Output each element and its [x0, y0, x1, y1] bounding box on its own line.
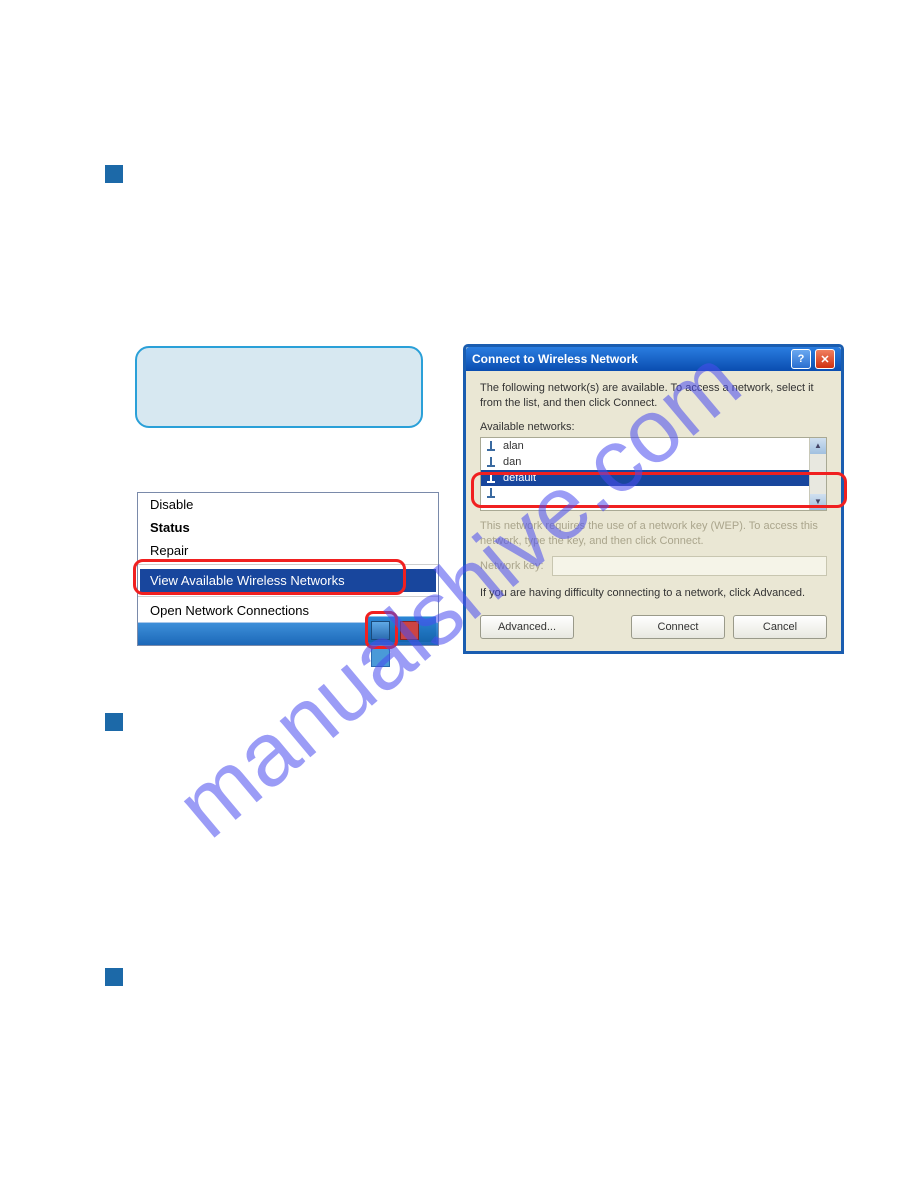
- wireless-tray-icon[interactable]: [371, 648, 390, 667]
- wep-key-note: This network requires the use of a netwo…: [480, 519, 827, 549]
- network-list-item[interactable]: alan: [481, 438, 826, 454]
- menu-divider: [138, 564, 438, 565]
- close-button[interactable]: ✕: [815, 349, 835, 369]
- network-key-input[interactable]: [552, 556, 827, 576]
- dialog-description: The following network(s) are available. …: [480, 381, 827, 411]
- blue-square-bullet: [105, 713, 123, 731]
- advanced-note: If you are having difficulty connecting …: [480, 586, 827, 601]
- menu-item-disable[interactable]: Disable: [138, 493, 438, 516]
- network-list-item[interactable]: dan: [481, 454, 826, 470]
- available-networks-list[interactable]: alan dan default ▲ ▼: [480, 437, 827, 511]
- connect-wireless-dialog: Connect to Wireless Network ? ✕ The foll…: [463, 344, 844, 654]
- network-name: dan: [503, 456, 521, 468]
- network-icon: [487, 473, 497, 483]
- network-icon: [487, 488, 497, 498]
- dialog-title: Connect to Wireless Network: [472, 352, 638, 366]
- network-icon: [487, 441, 497, 451]
- menu-divider: [138, 596, 438, 597]
- scroll-down-arrow[interactable]: ▼: [810, 494, 826, 510]
- available-networks-label: Available networks:: [480, 421, 827, 433]
- menu-item-view-available-wireless-networks[interactable]: View Available Wireless Networks: [140, 569, 436, 592]
- menu-item-repair[interactable]: Repair: [138, 539, 438, 562]
- network-name: default: [503, 472, 536, 484]
- blue-square-bullet: [105, 968, 123, 986]
- network-list-item[interactable]: [481, 486, 826, 500]
- network-icon: [487, 457, 497, 467]
- network-key-label: Network key:: [480, 560, 544, 572]
- menu-item-status[interactable]: Status: [138, 516, 438, 539]
- connect-button[interactable]: Connect: [631, 615, 725, 639]
- listbox-scrollbar[interactable]: ▲ ▼: [809, 438, 826, 510]
- scroll-up-arrow[interactable]: ▲: [810, 438, 826, 454]
- network-name: alan: [503, 440, 524, 452]
- network-list-item-selected[interactable]: default: [481, 470, 826, 486]
- adapter-tray-icon[interactable]: [400, 621, 419, 640]
- blue-square-bullet: [105, 165, 123, 183]
- cancel-button[interactable]: Cancel: [733, 615, 827, 639]
- advanced-button[interactable]: Advanced...: [480, 615, 574, 639]
- system-tray: [368, 616, 436, 642]
- help-button[interactable]: ?: [791, 349, 811, 369]
- tooltip-box: [135, 346, 423, 428]
- dialog-titlebar: Connect to Wireless Network ? ✕: [466, 347, 841, 371]
- network-tray-icon[interactable]: [371, 621, 390, 640]
